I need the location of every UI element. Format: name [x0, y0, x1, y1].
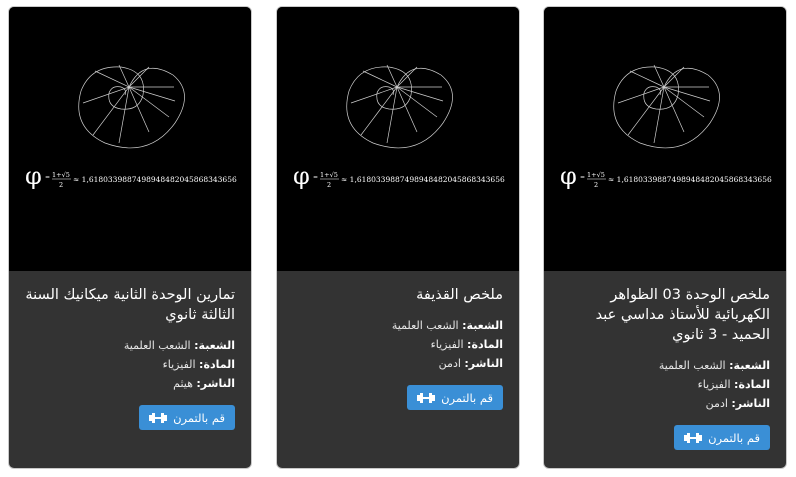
- dumbbell-icon: [149, 412, 168, 423]
- practice-button[interactable]: قم بالتمرن: [674, 425, 770, 450]
- card-body: ملخص القذيفة الشعبة: الشعب العلمية الماد…: [277, 271, 519, 468]
- branch-value: الشعب العلمية: [658, 359, 726, 372]
- dumbbell-icon: [684, 432, 703, 443]
- publisher-value: هيثم: [173, 377, 193, 390]
- subject-value: الفيزياء: [162, 358, 196, 371]
- branch-row: الشعبة: الشعب العلمية: [391, 319, 503, 332]
- card-body: تمارين الوحدة الثانية ميكانيك السنة الثا…: [9, 271, 251, 468]
- golden-spiral-icon: [346, 64, 453, 149]
- branch-value: الشعب العلمية: [391, 319, 459, 332]
- svg-text:≈ 1,61803398874989484820458683: ≈ 1,6180339887498948482045868343656: [73, 175, 237, 184]
- card-title[interactable]: ملخص القذيفة: [293, 285, 503, 305]
- subject-row: المادة: الفيزياء: [697, 378, 770, 391]
- svg-text:=: =: [45, 174, 50, 181]
- subject-value: الفيزياء: [430, 338, 464, 351]
- practice-button[interactable]: قم بالتمرن: [407, 385, 503, 410]
- publisher-value: ادمن: [705, 397, 728, 410]
- card-title[interactable]: تمارين الوحدة الثانية ميكانيك السنة الثا…: [25, 285, 235, 325]
- practice-button-label: قم بالتمرن: [173, 410, 225, 425]
- svg-text:≈ 1,61803398874989484820458683: ≈ 1,6180339887498948482045868343656: [341, 175, 505, 184]
- practice-button[interactable]: قم بالتمرن: [139, 405, 235, 430]
- card[interactable]: φ = 1+√5 2 ≈ 1,6180339887498948482045868…: [276, 6, 520, 469]
- subject-row: المادة: الفيزياء: [162, 358, 235, 371]
- card-body: ملخص الوحدة 03 الظواهر الكهربائية للأستا…: [544, 271, 786, 468]
- publisher-row: الناشر: ادمن: [705, 397, 770, 410]
- golden-ratio-thumbnail: φ = 1+√5 2 ≈ 1,6180339887498948482045868…: [9, 7, 251, 271]
- card[interactable]: φ = 1+√5 2 ≈ 1,6180339887498948482045868…: [543, 6, 787, 469]
- practice-button-label: قم بالتمرن: [441, 390, 493, 405]
- branch-value: الشعب العلمية: [123, 339, 191, 352]
- svg-text:1+√5: 1+√5: [320, 171, 338, 179]
- publisher-value: ادمن: [438, 357, 461, 370]
- phi-symbol: φ: [25, 162, 42, 190]
- golden-ratio-thumbnail: φ = 1+√5 2 ≈ 1,6180339887498948482045868…: [544, 7, 786, 271]
- subject-row: المادة: الفيزياء: [430, 338, 503, 351]
- publisher-row: الناشر: ادمن: [438, 357, 503, 370]
- phi-symbol: φ: [293, 162, 310, 190]
- svg-text:2: 2: [327, 181, 331, 189]
- golden-spiral-icon: [613, 64, 720, 149]
- golden-spiral-icon: [78, 64, 185, 149]
- svg-text:1+√5: 1+√5: [52, 171, 70, 179]
- card[interactable]: φ = 1+√5 2 ≈ 1,6180339887498948482045868…: [8, 6, 252, 469]
- branch-row: الشعبة: الشعب العلمية: [658, 359, 770, 372]
- svg-text:2: 2: [594, 181, 598, 189]
- svg-text:≈ 1,61803398874989484820458683: ≈ 1,6180339887498948482045868343656: [608, 175, 772, 184]
- practice-button-label: قم بالتمرن: [708, 430, 760, 445]
- svg-text:2: 2: [59, 181, 63, 189]
- publisher-row: الناشر: هيثم: [173, 377, 235, 390]
- golden-ratio-thumbnail: φ = 1+√5 2 ≈ 1,6180339887498948482045868…: [277, 7, 519, 271]
- branch-row: الشعبة: الشعب العلمية: [123, 339, 235, 352]
- svg-text:1+√5: 1+√5: [587, 171, 605, 179]
- svg-text:=: =: [313, 174, 318, 181]
- card-title[interactable]: ملخص الوحدة 03 الظواهر الكهربائية للأستا…: [560, 285, 770, 345]
- phi-symbol: φ: [560, 162, 577, 190]
- svg-text:=: =: [580, 174, 585, 181]
- dumbbell-icon: [417, 392, 436, 403]
- subject-value: الفيزياء: [697, 378, 731, 391]
